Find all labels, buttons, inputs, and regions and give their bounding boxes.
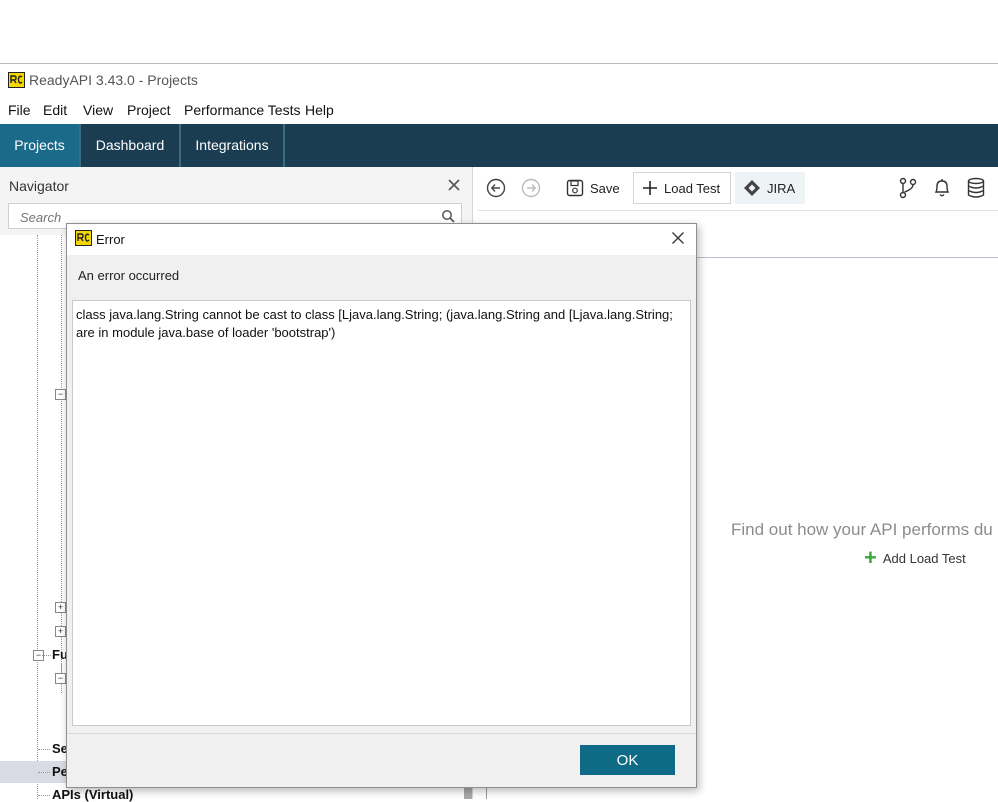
menu-project[interactable]: Project: [127, 102, 171, 118]
add-load-test-label: Add Load Test: [882, 550, 966, 566]
expand-icon[interactable]: +: [55, 626, 66, 637]
jira-label: JIRA: [767, 180, 796, 196]
menu-edit[interactable]: Edit: [43, 102, 67, 118]
save-button[interactable]: Save: [566, 172, 620, 204]
database-icon[interactable]: [966, 177, 986, 199]
empty-state-text: Find out how your API performs du: [731, 520, 993, 539]
dialog-title: Error: [96, 232, 125, 247]
forward-icon[interactable]: [521, 178, 541, 198]
menu-view[interactable]: View: [83, 102, 113, 118]
menu-help[interactable]: Help: [305, 102, 334, 118]
main-nav: Projects Dashboard Integrations: [0, 124, 998, 167]
tab-divider: [697, 257, 998, 258]
add-icon: +: [864, 545, 877, 570]
error-dialog: Error An error occurred class java.lang.…: [66, 223, 697, 788]
load-test-label: Load Test: [664, 180, 721, 196]
dialog-header: Error: [67, 224, 696, 255]
close-icon[interactable]: [446, 177, 462, 193]
tree-guide: [38, 795, 50, 796]
close-icon[interactable]: [671, 231, 685, 245]
scrollbar-thumb[interactable]: [464, 787, 472, 799]
tree-guide: [42, 655, 51, 656]
collapse-icon[interactable]: −: [55, 389, 66, 400]
window-title: ReadyAPI 3.43.0 - Projects: [29, 72, 198, 88]
tree-item-apis-virtual[interactable]: APIs (Virtual): [52, 787, 133, 802]
tree-guide: [37, 235, 38, 799]
menu-performance-tests[interactable]: Performance Tests: [184, 102, 300, 118]
plus-icon: [643, 181, 657, 195]
search-icon: [442, 210, 455, 223]
menu-bar: File Edit View Project Performance Tests…: [0, 97, 998, 124]
tree-guide: [38, 749, 50, 750]
back-icon[interactable]: [486, 178, 506, 198]
title-bar: ReadyAPI 3.43.0 - Projects: [0, 63, 998, 98]
error-details-box[interactable]: class java.lang.String cannot be cast to…: [72, 300, 691, 726]
dialog-separator: [67, 733, 696, 734]
collapse-icon[interactable]: −: [55, 673, 66, 684]
workspace-toolbar: Save Load Test JIRA: [478, 167, 998, 211]
tab-dashboard[interactable]: Dashboard: [81, 124, 181, 167]
error-message: An error occurred: [78, 268, 180, 283]
readyapi-logo-icon: [8, 72, 25, 88]
tree-guide: [61, 235, 62, 680]
jira-icon: [744, 180, 760, 196]
navigator-title: Navigator: [9, 178, 69, 194]
expand-icon[interactable]: +: [55, 602, 66, 613]
tab-integrations[interactable]: Integrations: [181, 124, 285, 167]
jira-button[interactable]: JIRA: [735, 172, 806, 204]
ok-button[interactable]: OK: [580, 745, 675, 775]
tab-projects[interactable]: Projects: [0, 124, 81, 167]
add-load-test-link[interactable]: + Add Load Test: [864, 545, 966, 570]
load-test-button[interactable]: Load Test: [633, 172, 732, 204]
error-details-text: class java.lang.String cannot be cast to…: [76, 307, 673, 340]
readyapi-logo-icon: [75, 230, 92, 246]
tree-guide: [38, 772, 50, 773]
save-label: Save: [590, 180, 620, 196]
menu-file[interactable]: File: [8, 102, 31, 118]
branch-icon[interactable]: [898, 177, 918, 199]
save-icon: [566, 179, 584, 197]
bell-icon[interactable]: [932, 177, 952, 199]
